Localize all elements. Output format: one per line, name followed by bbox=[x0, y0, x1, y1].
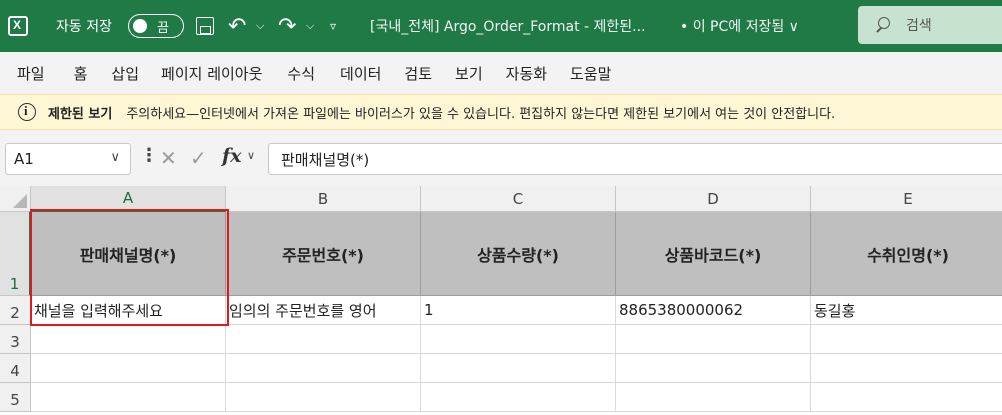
cell-b3[interactable] bbox=[226, 325, 421, 354]
cell-b5[interactable] bbox=[226, 383, 421, 412]
column-header-a[interactable]: A bbox=[31, 186, 226, 212]
autosave-toggle-state: 끔 bbox=[157, 21, 169, 36]
cell-e1[interactable]: 수취인명(*) bbox=[811, 212, 1002, 296]
insert-function-icon[interactable]: fx bbox=[222, 145, 242, 167]
tab-formulas[interactable]: 수식 bbox=[287, 63, 315, 84]
search-label: 검색 bbox=[906, 18, 932, 34]
banner-message: 주의하세요—인터넷에서 가져온 파일에는 바이러스가 있을 수 있습니다. 편집… bbox=[126, 106, 836, 122]
cell-e2[interactable]: 동길홍 bbox=[811, 296, 1002, 325]
ribbon-tabs: 파일 홈 삽입 페이지 레이아웃 수식 데이터 검토 보기 자동화 도움말 bbox=[0, 52, 1002, 94]
cell-a2[interactable]: 채널을 입력해주세요 bbox=[31, 296, 226, 325]
name-box[interactable]: A1 ∨ bbox=[5, 143, 131, 175]
tab-home[interactable]: 홈 bbox=[74, 63, 88, 84]
select-all-button[interactable] bbox=[0, 186, 31, 212]
cell-b2[interactable]: 임의의 주문번호를 영어 bbox=[226, 296, 421, 325]
cell-d1[interactable]: 상품바코드(*) bbox=[616, 212, 811, 296]
info-icon bbox=[18, 103, 36, 121]
cancel-icon: ✕ bbox=[160, 146, 177, 170]
title-bar: 자동 저장 끔 ↶ ⌵ ↷ ⌵ ▿ [국내_전체] Argo_Order_For… bbox=[0, 0, 1002, 52]
tab-automate[interactable]: 자동화 bbox=[506, 63, 547, 84]
cell-c4[interactable] bbox=[421, 354, 616, 383]
tab-insert[interactable]: 삽입 bbox=[111, 63, 139, 84]
chevron-down-icon[interactable]: ∨ bbox=[110, 150, 120, 165]
search-box[interactable]: 검색 bbox=[858, 6, 1002, 44]
save-icon[interactable] bbox=[196, 0, 216, 52]
cell-e4[interactable] bbox=[811, 354, 1002, 383]
cell-e5[interactable] bbox=[811, 383, 1002, 412]
cell-a4[interactable] bbox=[31, 354, 226, 383]
cell-d5[interactable] bbox=[616, 383, 811, 412]
row-header-2[interactable]: 2 bbox=[0, 296, 31, 325]
cell-b4[interactable] bbox=[226, 354, 421, 383]
excel-icon bbox=[8, 0, 36, 52]
save-status[interactable]: • 이 PC에 저장됨 ∨ bbox=[680, 0, 799, 52]
autosave-toggle[interactable]: 끔 bbox=[128, 0, 184, 52]
document-title[interactable]: [국내_전체] Argo_Order_Format - 제한된... bbox=[370, 0, 646, 52]
cell-e3[interactable] bbox=[811, 325, 1002, 354]
tab-review[interactable]: 검토 bbox=[404, 63, 432, 84]
row-header-4[interactable]: 4 bbox=[0, 354, 31, 383]
row-header-3[interactable]: 3 bbox=[0, 325, 31, 354]
cell-a1[interactable]: 판매채널명(*) bbox=[31, 212, 226, 296]
cell-b1[interactable]: 주문번호(*) bbox=[226, 212, 421, 296]
protected-view-banner: 제한된 보기 주의하세요—인터넷에서 가져온 파일에는 바이러스가 있을 수 있… bbox=[0, 94, 1002, 130]
column-header-e[interactable]: E bbox=[811, 186, 1002, 212]
function-dropdown-icon[interactable]: ∨ bbox=[247, 149, 255, 162]
tab-file[interactable]: 파일 bbox=[17, 63, 45, 84]
column-header-c[interactable]: C bbox=[421, 186, 616, 212]
row-header-5[interactable]: 5 bbox=[0, 383, 31, 412]
column-header-d[interactable]: D bbox=[616, 186, 811, 212]
redo-icon[interactable]: ↷ bbox=[278, 0, 296, 52]
row-header-1[interactable]: 1 bbox=[0, 212, 31, 296]
tab-view[interactable]: 보기 bbox=[455, 63, 483, 84]
undo-dropdown-icon[interactable]: ⌵ bbox=[256, 0, 264, 52]
cell-a3[interactable] bbox=[31, 325, 226, 354]
cell-d2[interactable]: 8865380000062 bbox=[616, 296, 811, 325]
cell-c3[interactable] bbox=[421, 325, 616, 354]
enter-icon: ✓ bbox=[190, 146, 207, 170]
cell-a5[interactable] bbox=[31, 383, 226, 412]
undo-icon[interactable]: ↶ bbox=[228, 0, 246, 52]
cell-d4[interactable] bbox=[616, 354, 811, 383]
cell-d3[interactable] bbox=[616, 325, 811, 354]
autosave-label: 자동 저장 bbox=[56, 19, 112, 35]
cell-c5[interactable] bbox=[421, 383, 616, 412]
search-icon bbox=[876, 17, 892, 33]
formula-input[interactable]: 판매채널명(*) bbox=[268, 143, 1002, 175]
more-options-icon[interactable]: ⋮ bbox=[140, 145, 158, 166]
tab-help[interactable]: 도움말 bbox=[570, 63, 611, 84]
banner-title: 제한된 보기 bbox=[48, 106, 113, 122]
redo-dropdown-icon[interactable]: ⌵ bbox=[306, 0, 314, 52]
cell-c1[interactable]: 상품수량(*) bbox=[421, 212, 616, 296]
cell-c2[interactable]: 1 bbox=[421, 296, 616, 325]
worksheet-grid[interactable]: A B C D E 1 2 3 4 5 판매채널명(*) 주문번호(*) 상품수… bbox=[0, 186, 1002, 415]
tab-data[interactable]: 데이터 bbox=[340, 63, 381, 84]
tab-page-layout[interactable]: 페이지 레이아웃 bbox=[161, 63, 262, 84]
name-box-value: A1 bbox=[14, 150, 34, 168]
column-header-b[interactable]: B bbox=[226, 186, 421, 212]
customize-toolbar-icon[interactable]: ▿ bbox=[330, 0, 336, 52]
formula-bar: A1 ∨ ⋮ ✕ ✓ fx ∨ 판매채널명(*) bbox=[0, 130, 1002, 186]
